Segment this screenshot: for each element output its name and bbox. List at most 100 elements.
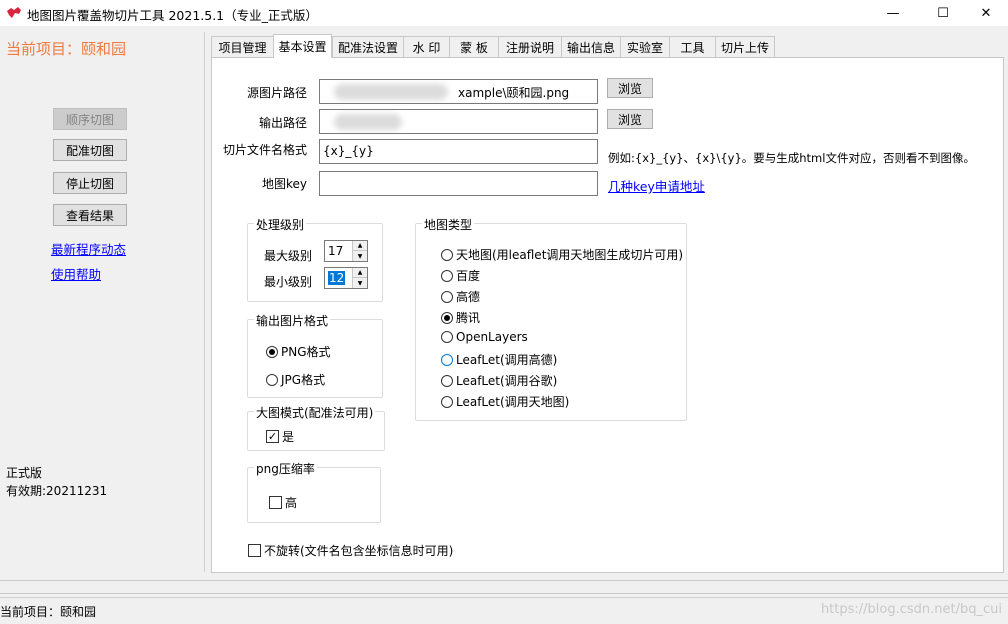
map-type-tencent-radio[interactable]: 腾讯 [441,309,480,326]
map-type-option-label: 天地图(用leaflet调用天地图生成切片可用) [456,248,684,262]
browse-source-button[interactable]: 浏览 [607,78,653,98]
tab-tools[interactable]: 工具 [669,36,716,57]
map-type-title: 地图类型 [422,216,475,233]
window-title: 地图图片覆盖物切片工具 2021.5.1（专业_正式版） [27,8,318,23]
no-rotate-checkbox[interactable]: 不旋转(文件名包含坐标信息时可用) [248,542,453,559]
checkbox-unchecked-icon [269,496,282,509]
map-type-tianditu-radio[interactable]: 天地图(用leaflet调用天地图生成切片可用) [441,246,683,263]
radio-unselected-icon [441,374,453,387]
close-button[interactable]: ✕ [963,0,1008,26]
watermark-text: https://blog.csdn.net/bq_cui [820,602,1002,617]
maximize-button[interactable]: ☐ [920,0,966,26]
map-key-input[interactable] [319,171,598,196]
filename-format-hint: 例如:{x}_{y}、{x}\{y}。要与生成html文件对应，否则看不到图像。 [608,151,975,165]
map-type-option-label: 腾讯 [456,311,481,325]
min-level-spinner[interactable]: 12 ▲ ▼ [324,267,368,289]
radio-unselected-icon [441,269,453,282]
radio-unselected-icon [441,248,453,261]
radio-unselected-icon [441,353,453,366]
status-project-text: 当前项目：颐和园 [0,605,97,619]
stop-cut-button[interactable]: 停止切图 [53,172,127,194]
png-format-radio[interactable]: PNG格式 [266,343,331,360]
no-rotate-label: 不旋转(文件名包含坐标信息时可用) [264,544,454,558]
browse-output-button[interactable]: 浏览 [607,109,653,129]
source-path-label: 源图片路径 [246,86,307,100]
min-level-spinner-buttons: ▲ ▼ [352,268,367,288]
basic-settings-panel: 源图片路径 xample\颐和园.png 浏览 输出路径 浏览 切片文件名格式 … [211,57,1004,573]
map-type-openlayers-radio[interactable]: OpenLayers [441,330,528,344]
max-level-spinner[interactable]: 17 ▲ ▼ [324,240,368,262]
view-results-button[interactable]: 查看结果 [53,204,127,226]
map-type-leaflet-tianditu-radio[interactable]: LeafLet(调用天地图) [441,393,569,410]
validity-label: 有效期:20211231 [6,484,108,498]
big-image-mode-checkbox[interactable]: ✓ 是 [266,428,294,445]
filename-format-input[interactable]: {x}_{y} [319,139,598,164]
jpg-format-radio[interactable]: JPG格式 [266,371,325,388]
help-link[interactable]: 使用帮助 [51,264,101,283]
splitter-bar[interactable] [0,580,1008,594]
map-type-group: 地图类型 天地图(用leaflet调用天地图生成切片可用) 百度 高德 腾讯 O… [415,216,687,421]
blurred-path [334,84,448,100]
latest-news-link[interactable]: 最新程序动态 [51,239,126,258]
map-type-baidu-radio[interactable]: 百度 [441,267,480,284]
spin-down-icon[interactable]: ▼ [353,251,367,261]
jpg-format-label: JPG格式 [281,373,326,387]
blurred-path [334,114,402,130]
png-compress-high-checkbox[interactable]: 高 [269,494,297,511]
output-format-group-title: 输出图片格式 [254,312,331,329]
tab-project-management[interactable]: 项目管理 [211,36,274,57]
checkbox-checked-icon: ✓ [266,430,279,443]
map-key-label: 地图key [261,177,307,191]
source-path-value: xample\颐和园.png [458,86,570,100]
radio-unselected-icon [441,395,453,408]
map-type-option-label: OpenLayers [456,330,528,344]
tab-tile-upload[interactable]: 切片上传 [715,36,775,57]
output-path-input[interactable] [319,109,598,134]
radio-selected-icon [266,345,278,358]
spin-down-icon[interactable]: ▼ [353,278,367,288]
tab-strip: 项目管理 基本设置 配准法设置 水 印 蒙 板 注册说明 输出信息 实验室 工具… [211,34,791,58]
tab-output-info[interactable]: 输出信息 [561,36,621,57]
tab-mask[interactable]: 蒙 板 [449,36,499,57]
source-path-input[interactable]: xample\颐和园.png [319,79,598,104]
tab-watermark[interactable]: 水 印 [403,36,450,57]
levels-group-title: 处理级别 [254,216,307,233]
png-format-label: PNG格式 [281,345,331,359]
map-type-leaflet-google-radio[interactable]: LeafLet(调用谷歌) [441,372,557,389]
title-bar: 地图图片覆盖物切片工具 2021.5.1（专业_正式版） — ☐ ✕ [0,0,1008,26]
current-project-title: 当前项目：颐和园 [6,40,127,58]
map-type-gaode-radio[interactable]: 高德 [441,288,480,305]
status-bar: 当前项目：颐和园 https://blog.csdn.net/bq_cui [0,597,1008,624]
app-logo-icon [7,7,21,18]
sequential-cut-button[interactable]: 顺序切图 [53,108,127,130]
tab-lab[interactable]: 实验室 [620,36,670,57]
min-level-label: 最小级别 [264,275,313,289]
max-level-value: 17 [328,244,344,258]
tab-registration-settings[interactable]: 配准法设置 [332,36,404,57]
max-level-label: 最大级别 [264,249,313,263]
big-image-mode-title: 大图模式(配准法可用) [254,404,376,421]
map-type-option-label: LeafLet(调用天地图) [456,395,570,409]
radio-unselected-icon [266,373,278,386]
map-type-leaflet-gaode-radio[interactable]: LeafLet(调用高德) [441,351,557,368]
radio-unselected-icon [441,331,453,343]
png-compress-group: png压缩率 高 [247,460,381,523]
registration-cut-button[interactable]: 配准切图 [53,139,127,161]
checkbox-unchecked-icon [248,544,261,557]
levels-group: 处理级别 最大级别 17 ▲ ▼ 最小级别 12 ▲ ▼ [247,216,383,302]
radio-unselected-icon [441,290,453,303]
radio-selected-icon [441,311,453,324]
spin-up-icon[interactable]: ▲ [353,241,367,251]
minimize-button[interactable]: — [870,0,916,26]
output-path-label: 输出路径 [258,116,307,130]
key-apply-link[interactable]: 几种key申请地址 [608,176,705,195]
tab-registration-info[interactable]: 注册说明 [498,36,562,57]
filename-format-label: 切片文件名格式 [222,143,307,157]
tab-basic-settings[interactable]: 基本设置 [273,34,332,58]
max-level-spinner-buttons: ▲ ▼ [352,241,367,261]
png-compress-title: png压缩率 [254,460,317,477]
png-compress-high-label: 高 [285,496,298,510]
min-level-value: 12 [328,271,346,285]
map-type-option-label: LeafLet(调用谷歌) [456,374,558,388]
spin-up-icon[interactable]: ▲ [353,268,367,278]
